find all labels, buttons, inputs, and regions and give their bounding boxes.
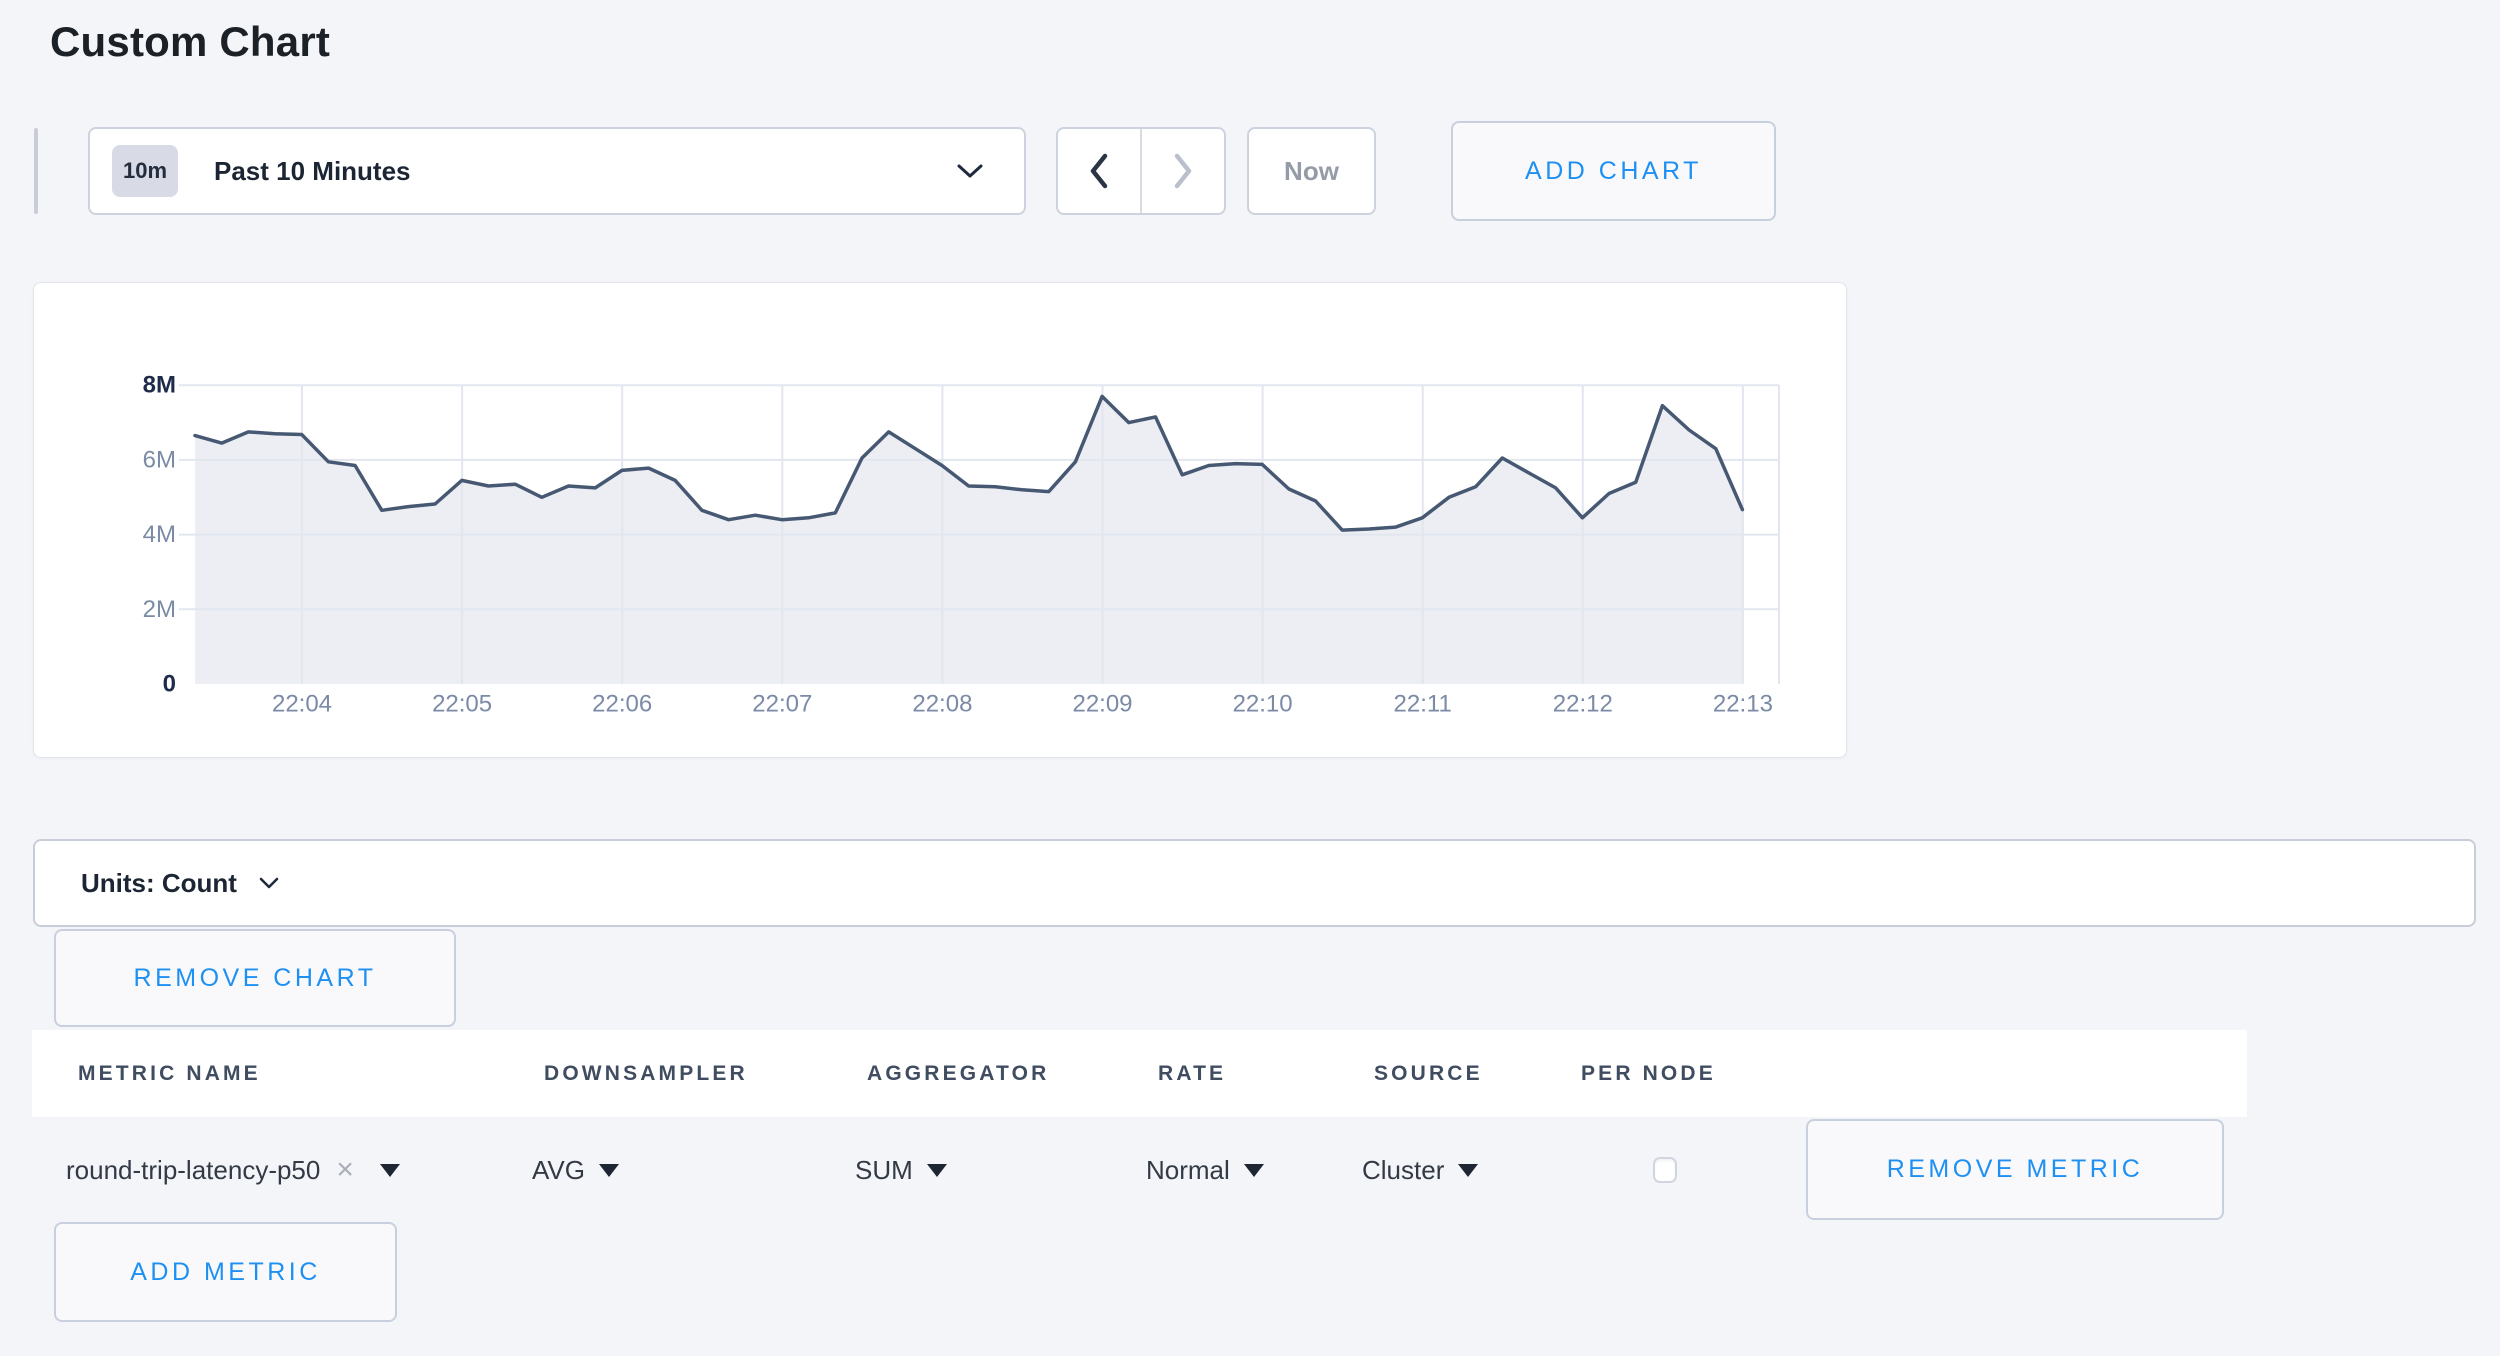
chevron-left-icon [1087, 152, 1111, 190]
svg-text:0: 0 [163, 671, 176, 698]
source-select[interactable]: Cluster [1362, 1146, 1478, 1194]
time-window-badge: 10m [112, 145, 178, 197]
svg-text:8M: 8M [143, 372, 176, 399]
chevron-right-icon [1171, 152, 1195, 190]
column-header-per-node: PER NODE [1581, 1030, 1716, 1117]
chevron-down-icon [259, 877, 279, 890]
next-time-button[interactable] [1140, 129, 1224, 213]
toolbar-left-divider [34, 128, 38, 214]
column-header-metric-name: METRIC NAME [78, 1030, 261, 1117]
per-node-checkbox[interactable] [1653, 1157, 1677, 1183]
svg-text:4M: 4M [143, 521, 176, 548]
add-metric-button[interactable]: ADD METRIC [54, 1222, 397, 1322]
remove-metric-button[interactable]: REMOVE METRIC [1806, 1119, 2224, 1220]
add-chart-button[interactable]: ADD CHART [1451, 121, 1776, 221]
svg-text:22:12: 22:12 [1553, 691, 1613, 718]
caret-down-icon [1458, 1164, 1478, 1177]
aggregator-select[interactable]: SUM [855, 1146, 947, 1194]
caret-down-icon [599, 1164, 619, 1177]
column-header-aggregator: AGGREGATOR [867, 1030, 1049, 1117]
time-step-button-group [1056, 127, 1226, 215]
caret-down-icon [380, 1164, 400, 1177]
remove-chart-button[interactable]: REMOVE CHART [54, 929, 456, 1027]
svg-text:22:05: 22:05 [432, 691, 492, 718]
units-dropdown[interactable]: Units: Count [33, 839, 2476, 927]
svg-text:6M: 6M [143, 446, 176, 473]
page-title: Custom Chart [50, 18, 330, 66]
metric-name-value: round-trip-latency-p50 [66, 1155, 320, 1186]
svg-text:22:04: 22:04 [272, 691, 332, 718]
prev-time-button[interactable] [1058, 129, 1140, 213]
column-header-rate: RATE [1158, 1030, 1226, 1117]
now-button[interactable]: Now [1247, 127, 1376, 215]
svg-text:2M: 2M [143, 596, 176, 623]
metric-name-select[interactable]: round-trip-latency-p50 × [66, 1146, 400, 1194]
units-label: Units: Count [81, 868, 237, 899]
chevron-down-icon [956, 163, 984, 180]
aggregator-value: SUM [855, 1155, 913, 1186]
downsampler-value: AVG [532, 1155, 585, 1186]
table-row: round-trip-latency-p50 × AVG SUM Normal … [0, 1117, 2500, 1225]
svg-text:22:06: 22:06 [592, 691, 652, 718]
svg-text:22:07: 22:07 [752, 691, 812, 718]
downsampler-select[interactable]: AVG [532, 1146, 619, 1194]
column-header-source: SOURCE [1374, 1030, 1483, 1117]
clear-metric-icon[interactable]: × [336, 1155, 354, 1185]
time-window-label: Past 10 Minutes [214, 156, 956, 187]
rate-value: Normal [1146, 1155, 1230, 1186]
svg-text:22:08: 22:08 [912, 691, 972, 718]
caret-down-icon [1244, 1164, 1264, 1177]
metrics-table-header: METRIC NAME DOWNSAMPLER AGGREGATOR RATE … [32, 1030, 2247, 1117]
svg-text:22:11: 22:11 [1394, 691, 1452, 718]
column-header-downsampler: DOWNSAMPLER [544, 1030, 748, 1117]
metric-chart-card: 0 2M 4M 6M 8M 22:04 22:05 22:06 22:07 22:08 22:09 2… [33, 282, 1847, 758]
rate-select[interactable]: Normal [1146, 1146, 1264, 1194]
metric-chart-svg[interactable]: 0 2M 4M 6M 8M 22:04 22:05 22:06 22:07 22:08 22:09 2… [34, 283, 1848, 759]
svg-text:22:09: 22:09 [1072, 691, 1132, 718]
svg-text:22:10: 22:10 [1233, 691, 1293, 718]
custom-chart-page: Custom Chart 10m Past 10 Minutes Now ADD… [0, 0, 2500, 1356]
time-window-dropdown[interactable]: 10m Past 10 Minutes [88, 127, 1026, 215]
caret-down-icon [927, 1164, 947, 1177]
source-value: Cluster [1362, 1155, 1444, 1186]
svg-text:22:13: 22:13 [1713, 691, 1773, 718]
